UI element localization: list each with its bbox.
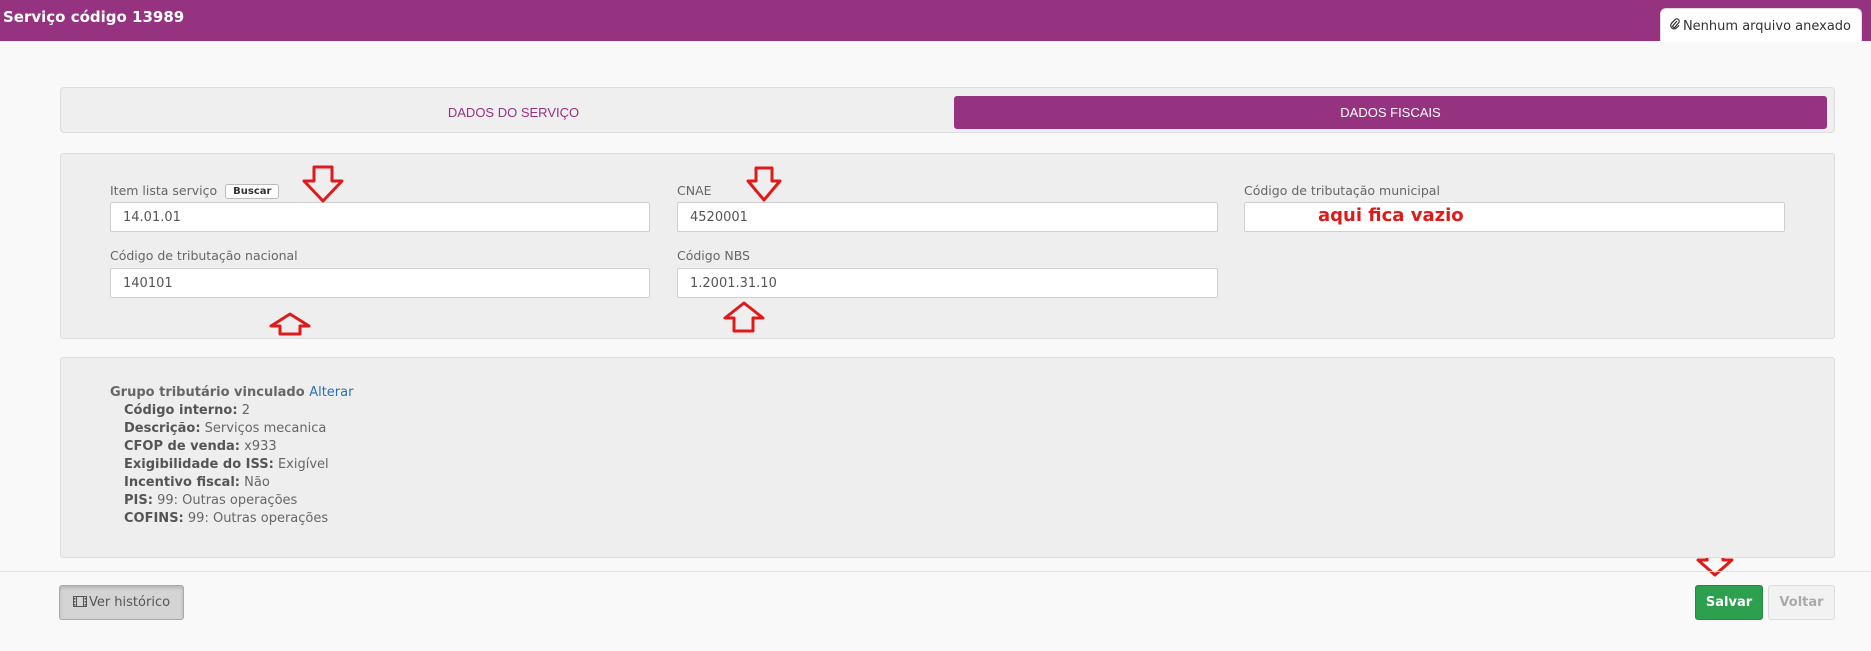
page-title: Serviço código 13989 [3, 8, 185, 26]
item-lista-label-text: Item lista serviço [110, 183, 218, 198]
info-key: Incentivo fiscal: [124, 475, 240, 490]
ver-historico-button[interactable]: Ver histórico [59, 585, 184, 620]
info-value: Serviços mecanica [204, 421, 327, 436]
grupo-title: Grupo tributário vinculado Alterar [110, 384, 353, 402]
up-arrow-annotation-icon [269, 312, 311, 336]
info-value: 99: Outras operações [187, 511, 329, 526]
item-lista-field[interactable]: 14.01.01 [110, 202, 650, 232]
buscar-button[interactable]: Buscar [225, 184, 280, 199]
cnae-field[interactable]: 4520001 [677, 202, 1218, 232]
annotation-text: aqui fica vazio [1318, 205, 1464, 226]
tab-dados-servico[interactable]: DADOS DO SERVIÇO [63, 96, 964, 129]
info-row: Incentivo fiscal: Não [124, 474, 353, 492]
footer-divider [0, 571, 1871, 572]
info-key: PIS: [124, 493, 153, 508]
info-value: Exigível [277, 457, 329, 472]
info-key: CFOP de venda: [124, 439, 240, 454]
info-value: 99: Outras operações [157, 493, 298, 508]
tab-bar: DADOS DO SERVIÇO DADOS FISCAIS [60, 87, 1835, 133]
grupo-tributario-info: Grupo tributário vinculado Alterar Códig… [110, 384, 353, 528]
info-row: Código interno: 2 [124, 402, 353, 420]
grupo-title-text: Grupo tributário vinculado [110, 385, 305, 400]
attachment-tab[interactable]: Nenhum arquivo anexado [1659, 8, 1862, 42]
info-value: 2 [241, 403, 250, 418]
attachment-label: Nenhum arquivo anexado [1682, 19, 1851, 34]
info-value: Não [244, 475, 270, 490]
info-row: Descrição: Serviços mecanica [124, 420, 353, 438]
ver-historico-label: Ver histórico [88, 595, 171, 610]
codigo-nbs-label: Código NBS [677, 248, 750, 263]
info-row: PIS: 99: Outras operações [124, 492, 353, 510]
codigo-municipal-label: Código de tributação municipal [1244, 183, 1440, 198]
top-bar: Serviço código 13989 Nenhum arquivo anex… [0, 0, 1871, 42]
codigo-nbs-field[interactable]: 1.2001.31.10 [677, 268, 1218, 298]
down-arrow-annotation-icon [746, 166, 782, 202]
cnae-label: CNAE [677, 183, 712, 198]
back-button[interactable]: Voltar [1768, 585, 1835, 620]
tab-dados-fiscais[interactable]: DADOS FISCAIS [954, 96, 1827, 129]
film-icon [72, 596, 87, 607]
info-key: Descrição: [124, 421, 201, 436]
info-row: COFINS: 99: Outras operações [124, 510, 353, 528]
info-row: Exigibilidade do ISS: Exigível [124, 456, 353, 474]
codigo-nacional-field[interactable]: 140101 [110, 268, 650, 298]
info-key: Exigibilidade do ISS: [124, 457, 274, 472]
codigo-nacional-label: Código de tributação nacional [110, 248, 298, 263]
info-value: x933 [244, 439, 277, 454]
info-key: Código interno: [124, 403, 238, 418]
up-arrow-annotation-icon [723, 301, 765, 333]
down-arrow-annotation-icon [302, 165, 344, 203]
save-button[interactable]: Salvar [1695, 585, 1763, 620]
paperclip-icon [1670, 18, 1680, 33]
item-lista-label: Item lista serviço Buscar [110, 183, 280, 199]
info-key: COFINS: [124, 511, 184, 526]
info-row: CFOP de venda: x933 [124, 438, 353, 456]
alterar-link[interactable]: Alterar [309, 385, 353, 400]
